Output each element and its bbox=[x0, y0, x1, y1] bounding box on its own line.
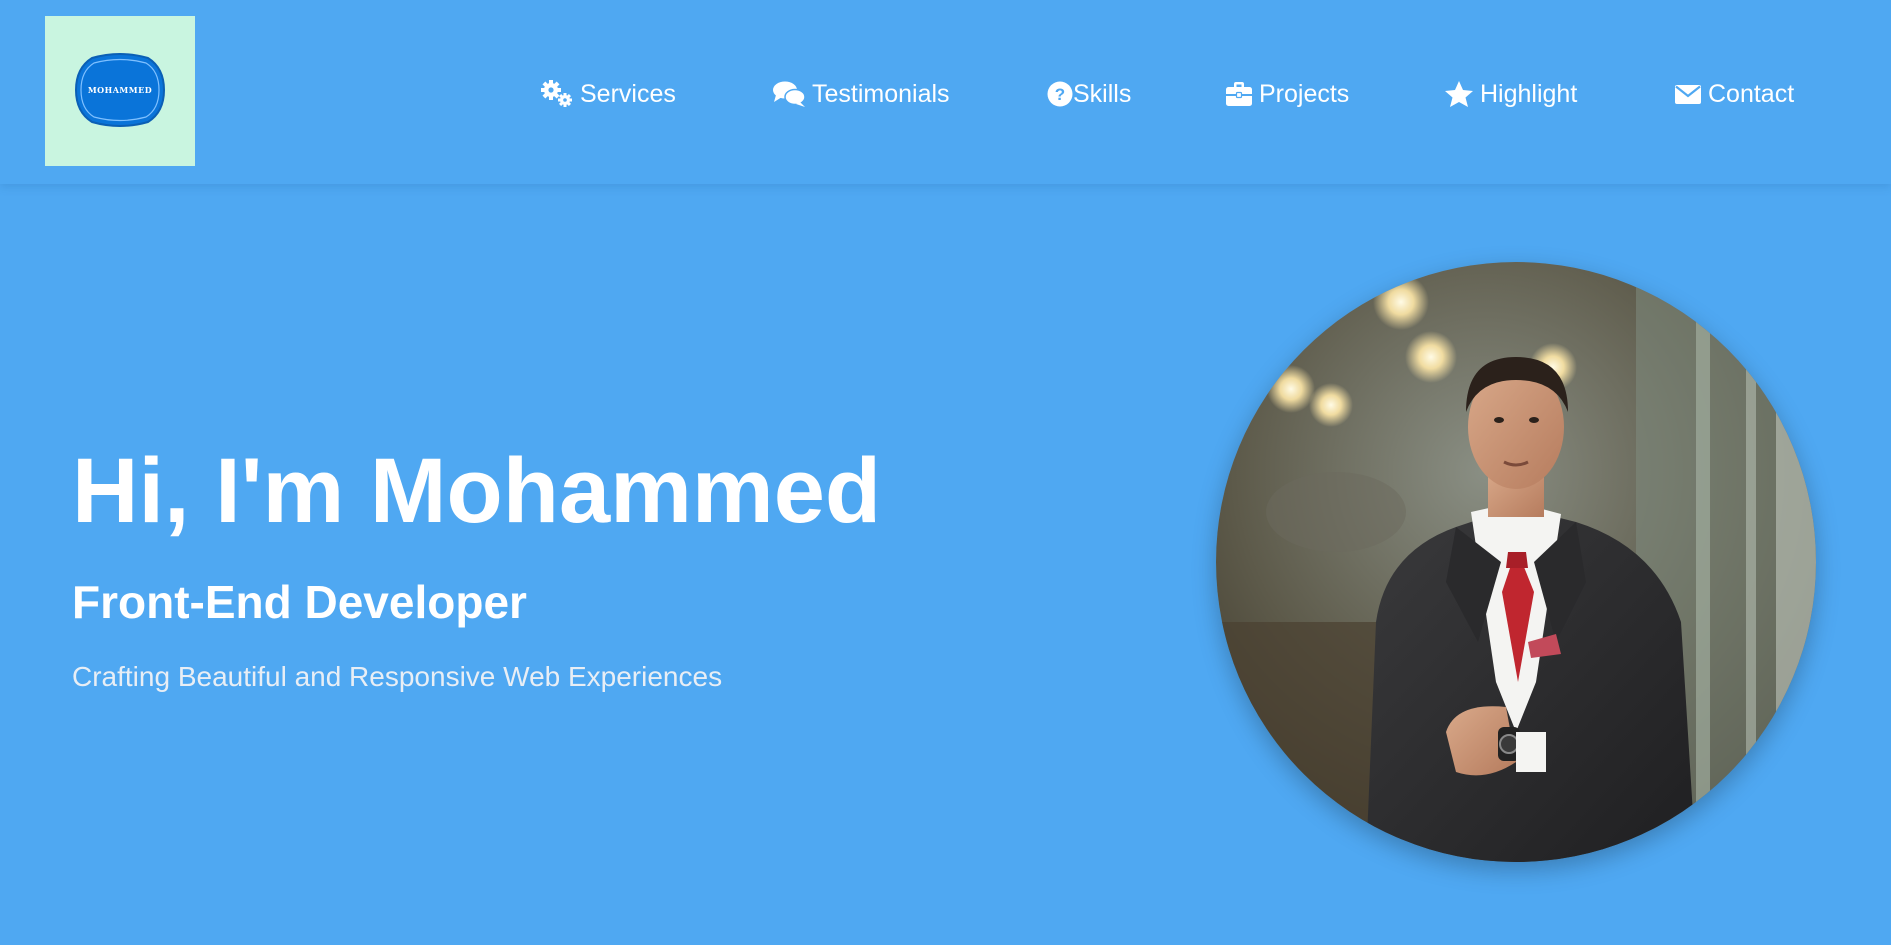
page: MOHAMMED Services Testimonials ? Skills … bbox=[0, 0, 1891, 945]
nav-services[interactable]: Services bbox=[540, 72, 676, 116]
svg-text:?: ? bbox=[1055, 85, 1065, 104]
logo-badge-icon: MOHAMMED bbox=[74, 52, 166, 133]
hero-tagline: Crafting Beautiful and Responsive Web Ex… bbox=[72, 661, 723, 692]
navbar: MOHAMMED Services Testimonials ? Skills … bbox=[0, 0, 1891, 184]
nav-label: Highlight bbox=[1480, 79, 1578, 108]
hero-title: Hi, I'm Mohammed bbox=[72, 440, 882, 542]
nav-testimonials[interactable]: Testimonials bbox=[772, 72, 950, 116]
star-icon bbox=[1444, 80, 1474, 108]
profile-photo bbox=[1216, 262, 1816, 862]
nav-label: Projects bbox=[1259, 79, 1350, 108]
nav-label: Skills bbox=[1073, 79, 1132, 108]
nav-contact[interactable]: Contact bbox=[1674, 72, 1794, 116]
envelope-icon bbox=[1674, 83, 1702, 105]
nav-label: Contact bbox=[1708, 79, 1795, 108]
nav-label: Services bbox=[580, 79, 676, 108]
nav-skills[interactable]: ? Skills bbox=[1047, 72, 1131, 116]
nav-highlight[interactable]: Highlight bbox=[1444, 72, 1577, 116]
question-circle-icon: ? bbox=[1047, 81, 1073, 107]
logo[interactable]: MOHAMMED bbox=[45, 16, 195, 166]
comments-icon bbox=[772, 80, 806, 108]
nav-projects[interactable]: Projects bbox=[1225, 72, 1349, 116]
cogs-icon bbox=[540, 80, 574, 108]
nav-label: Testimonials bbox=[812, 79, 950, 108]
briefcase-icon bbox=[1225, 81, 1253, 107]
logo-text: MOHAMMED bbox=[87, 85, 153, 95]
hero-role: Front-End Developer bbox=[72, 576, 527, 628]
